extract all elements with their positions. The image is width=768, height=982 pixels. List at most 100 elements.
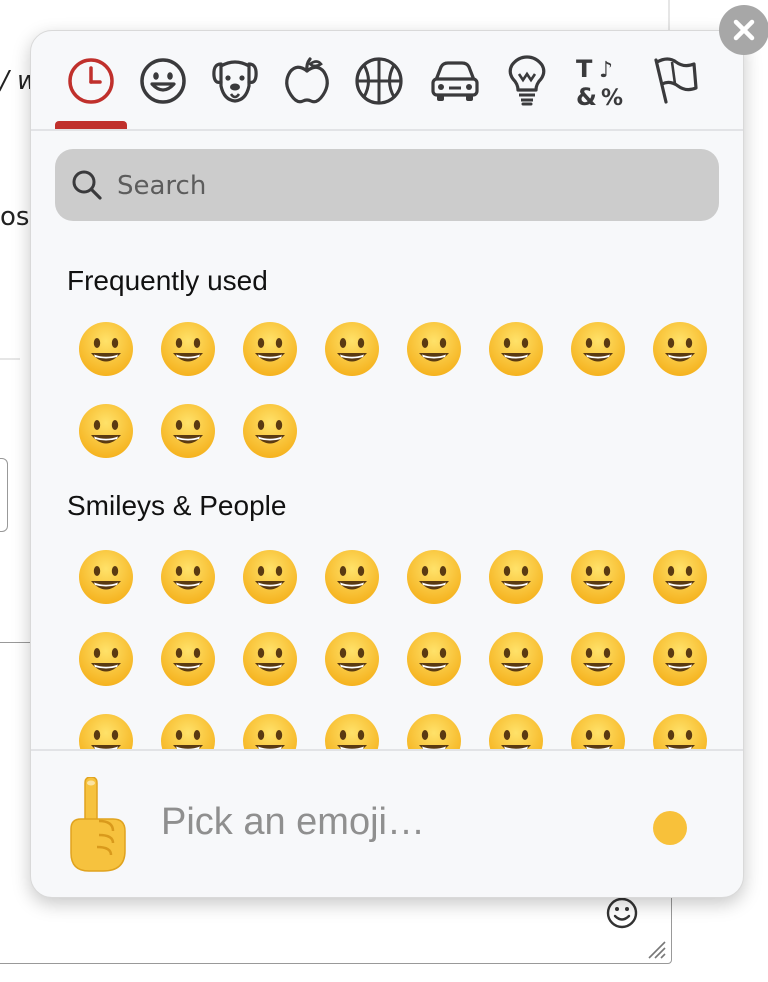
- squinting-face-icon: [407, 322, 461, 376]
- halo-face-icon: [489, 632, 543, 686]
- emoji-smiling-face[interactable]: [311, 700, 393, 749]
- emoji-beaming-face[interactable]: [311, 536, 393, 618]
- tab-smileys-people[interactable]: [133, 51, 193, 111]
- emoji-grinning-face[interactable]: [65, 536, 147, 618]
- dog-icon: [212, 60, 258, 103]
- grinning-face-icon: [79, 550, 133, 604]
- emoji-upside-down[interactable]: [147, 618, 229, 700]
- active-tab-indicator: [55, 121, 127, 129]
- emoji-face-blowing-kiss[interactable]: [229, 308, 311, 390]
- grinning-sweat-icon: [489, 550, 543, 604]
- tears-of-joy-icon: [653, 550, 707, 604]
- basketball-icon: [355, 57, 403, 105]
- emoji-grinning-smiling-eyes[interactable]: [229, 536, 311, 618]
- grinning-face-icon: [161, 322, 215, 376]
- kissing-closed-eyes-icon: [407, 714, 461, 749]
- tab-animals-nature[interactable]: [205, 51, 265, 111]
- squinting-face-icon: [407, 550, 461, 604]
- emoji-slightly-smiling[interactable]: [65, 618, 147, 700]
- smiling-face-icon: [325, 714, 379, 749]
- kissing-face-icon: [243, 714, 297, 749]
- emoji-kissing-smiling-eyes[interactable]: [475, 700, 557, 749]
- category-title-frequently-used: Frequently used: [67, 265, 268, 296]
- hearts-face-icon: [571, 632, 625, 686]
- search-icon: [72, 170, 102, 200]
- smiling-tear-icon: [571, 714, 625, 749]
- tab-travel-places[interactable]: [425, 51, 485, 111]
- emoji-hearts-face[interactable]: [557, 618, 639, 700]
- upside-down-icon: [161, 632, 215, 686]
- emoji-rolling-laughing[interactable]: [557, 536, 639, 618]
- thumbs-up-icon: [79, 322, 133, 376]
- smiley-icon: [140, 58, 186, 104]
- emoji-winking-tongue[interactable]: [475, 308, 557, 390]
- emoji-melting-face[interactable]: [229, 618, 311, 700]
- emoji-scroll-area[interactable]: Frequently used Smileys & People: [31, 221, 743, 749]
- emoji-button-icon[interactable]: [604, 895, 640, 931]
- emoji-winking-face[interactable]: [311, 618, 393, 700]
- star-struck-icon: [243, 404, 297, 458]
- emoji-grinning-sweat[interactable]: [475, 536, 557, 618]
- emoji-kissing-closed-eyes[interactable]: [393, 700, 475, 749]
- tab-food-drink[interactable]: [277, 51, 337, 111]
- tab-frequently-used[interactable]: [61, 51, 121, 111]
- svg-text:&: &: [576, 83, 597, 109]
- emoji-kissing-face[interactable]: [229, 700, 311, 749]
- car-icon: [431, 61, 479, 101]
- emoji-halo-face[interactable]: [475, 618, 557, 700]
- search-input[interactable]: [115, 161, 699, 211]
- tab-symbols[interactable]: T ♪ & %: [571, 51, 631, 111]
- emoji-star-struck[interactable]: [229, 390, 311, 472]
- emoji-smiling-eyes[interactable]: [639, 308, 721, 390]
- savoring-food-icon: [653, 714, 707, 749]
- grinning-big-eyes-icon: [161, 550, 215, 604]
- emoji-squinting-face[interactable]: [393, 536, 475, 618]
- face-blowing-kiss-icon: [161, 714, 215, 749]
- svg-text:♪: ♪: [599, 58, 613, 83]
- emoji-savoring-food[interactable]: [639, 700, 721, 749]
- emoji-tears-of-joy[interactable]: [639, 536, 721, 618]
- emoji-face-blowing-kiss[interactable]: [147, 700, 229, 749]
- star-struck-icon: [79, 714, 133, 749]
- tab-activities[interactable]: [349, 51, 409, 111]
- skin-tone-selector[interactable]: [653, 811, 687, 845]
- emoji-heart-eyes[interactable]: [639, 618, 721, 700]
- category-nav: T ♪ & %: [31, 31, 743, 131]
- face-blowing-kiss-icon: [243, 322, 297, 376]
- emoji-star-struck[interactable]: [65, 700, 147, 749]
- page-divider-horizontal: [0, 358, 20, 360]
- close-button[interactable]: [719, 5, 768, 55]
- beaming-face-icon: [325, 550, 379, 604]
- heart-eyes-icon: [653, 632, 707, 686]
- kissing-smiling-eyes-icon: [489, 714, 543, 749]
- symbols-icon: T ♪ & %: [576, 55, 623, 109]
- apple-icon: [285, 57, 329, 104]
- svg-text:T: T: [576, 55, 593, 83]
- page-input-edge[interactable]: [0, 458, 8, 532]
- pointing-up-hand-icon: [70, 777, 126, 872]
- emoji-grinning-big-eyes[interactable]: [147, 536, 229, 618]
- preview-label: Pick an emoji…: [161, 801, 425, 843]
- emoji-squinting-face[interactable]: [393, 308, 475, 390]
- smiling-eyes-icon: [653, 322, 707, 376]
- emoji-grinning-sweat[interactable]: [557, 308, 639, 390]
- emoji-thumbs-up[interactable]: [65, 308, 147, 390]
- beaming-face-icon: [79, 404, 133, 458]
- resize-handle-icon[interactable]: [645, 938, 667, 960]
- rolling-laughing-icon: [571, 550, 625, 604]
- tab-flags[interactable]: [645, 51, 705, 111]
- emoji-heart-eyes[interactable]: [311, 308, 393, 390]
- emoji-picker: T ♪ & % Frequently used Smileys & People: [30, 30, 744, 898]
- search-bar: [55, 149, 719, 221]
- emoji-beaming-face[interactable]: [65, 390, 147, 472]
- grinning-smiling-eyes-icon: [243, 550, 297, 604]
- smiling-eyes-icon: [407, 632, 461, 686]
- melting-face-icon: [243, 632, 297, 686]
- tab-objects[interactable]: [497, 51, 557, 111]
- emoji-grid-smileys-people: [65, 536, 721, 749]
- emoji-smiling-tear[interactable]: [557, 700, 639, 749]
- emoji-grinning-face[interactable]: [147, 308, 229, 390]
- emoji-tears-of-joy[interactable]: [147, 390, 229, 472]
- emoji-smiling-eyes[interactable]: [393, 618, 475, 700]
- category-title-smileys-people: Smileys & People: [67, 490, 287, 521]
